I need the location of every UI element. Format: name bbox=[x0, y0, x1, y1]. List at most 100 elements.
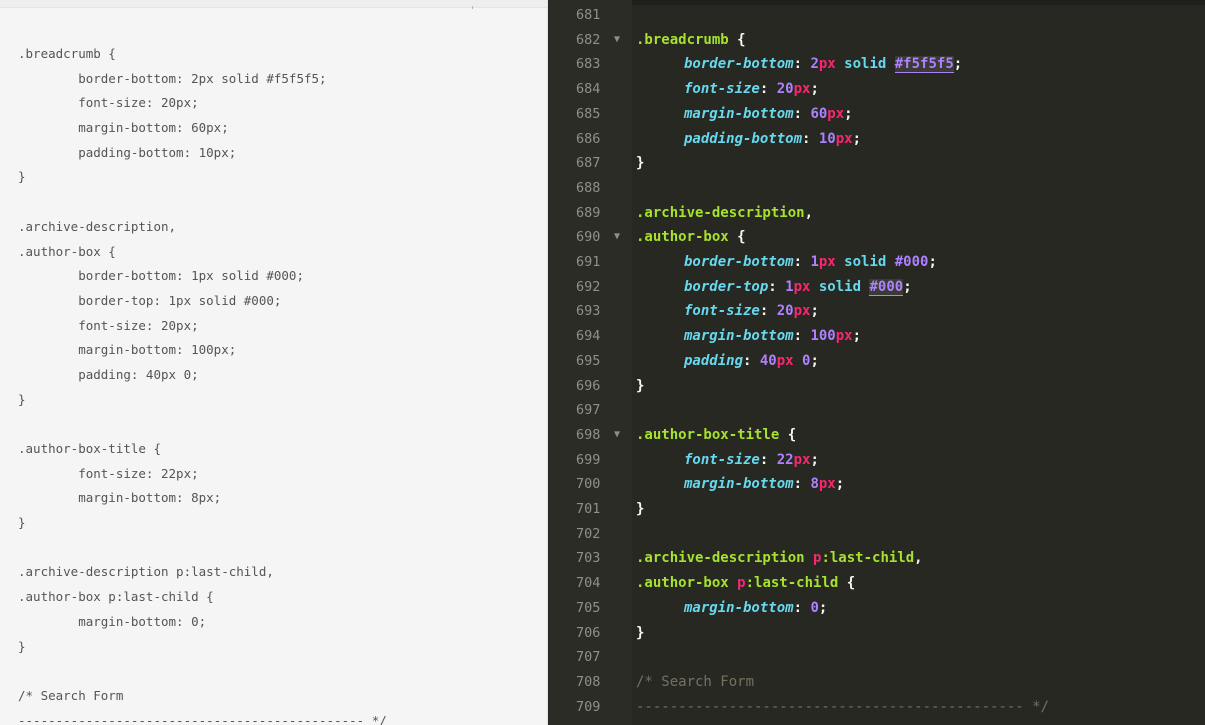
code-token: ----------------------------------------… bbox=[636, 698, 1050, 715]
code-token: #000 bbox=[869, 278, 904, 296]
code-token: px bbox=[793, 303, 811, 320]
line-number: 691 bbox=[576, 254, 601, 270]
plain-code-line bbox=[18, 536, 387, 561]
editor-line[interactable]: 688 bbox=[548, 176, 1205, 201]
code-token: ; bbox=[810, 352, 819, 369]
editor-line[interactable]: 692 border-top: 1px solid #000; bbox=[548, 275, 1205, 300]
editor-line[interactable]: 694 margin-bottom: 100px; bbox=[548, 324, 1205, 349]
plain-code-line: margin-bottom: 60px; bbox=[18, 120, 229, 136]
code-token: { bbox=[838, 575, 856, 592]
editor-line[interactable]: 685 margin-bottom: 60px; bbox=[548, 102, 1205, 127]
editor-line[interactable]: 684 font-size: 20px; bbox=[548, 77, 1205, 102]
editor-line[interactable]: 704 .author-box p:last-child { bbox=[548, 571, 1205, 596]
editor-line[interactable]: 701} bbox=[548, 497, 1205, 522]
editor-line[interactable]: 681 bbox=[548, 3, 1205, 28]
code-token: margin-bottom bbox=[684, 599, 794, 616]
code-token: : bbox=[768, 278, 786, 295]
plain-code-line: margin-bottom: 0; bbox=[18, 613, 207, 629]
line-number: 696 bbox=[576, 377, 601, 394]
plain-code-line: .author-box-title { bbox=[18, 441, 161, 456]
syntax-highlighted-editor[interactable]: 681 682 ▼ .breadcrumb {683 border-bottom: 2p… bbox=[548, 0, 1205, 725]
code-token: { bbox=[779, 426, 797, 443]
editor-line[interactable]: 705 margin-bottom: 0; bbox=[548, 596, 1205, 621]
plain-code-line: .author-box { bbox=[18, 243, 116, 259]
line-number: 687 bbox=[576, 155, 601, 172]
code-token: #f5f5f5 bbox=[894, 56, 954, 74]
editor-line[interactable]: 707 bbox=[548, 645, 1205, 670]
code-token: : bbox=[793, 476, 811, 493]
plain-code-line: .archive-description p:last-child, bbox=[18, 564, 274, 580]
code-token: : bbox=[759, 451, 777, 468]
code-token: margin-bottom bbox=[684, 328, 794, 345]
plain-code-line: .archive-description, bbox=[18, 218, 177, 234]
code-comparison-screenshot: .breadcrumb { border-bottom: 2px solid #… bbox=[0, 0, 1205, 725]
code-text: } bbox=[636, 151, 644, 176]
editor-line[interactable]: 703 .archive-description p:last-child, bbox=[548, 546, 1205, 571]
editor-line[interactable]: 690 ▼ .author-box { bbox=[548, 225, 1205, 250]
code-token: : bbox=[793, 599, 811, 616]
code-token: ; bbox=[835, 476, 845, 493]
code-token: { bbox=[728, 229, 746, 246]
editor-line[interactable]: 682 ▼ .breadcrumb { bbox=[548, 28, 1205, 53]
fold-arrow-icon[interactable]: ▼ bbox=[614, 225, 620, 250]
line-number: 707 bbox=[576, 649, 601, 666]
code-token: px bbox=[776, 352, 794, 369]
fold-arrow-icon[interactable]: ▼ bbox=[614, 423, 620, 448]
code-text: .breadcrumb { bbox=[636, 28, 746, 53]
code-token: 20 bbox=[776, 81, 794, 98]
code-token: 22 bbox=[776, 451, 794, 468]
editor-line[interactable]: 708 /* Search Form bbox=[548, 670, 1205, 695]
line-number: 685 bbox=[576, 105, 601, 122]
code-token: 10 bbox=[818, 130, 836, 147]
editor-line[interactable]: 699 font-size: 22px; bbox=[548, 448, 1205, 473]
code-text: ----------------------------------------… bbox=[636, 695, 1049, 720]
editor-line[interactable]: 687} bbox=[548, 151, 1205, 176]
code-token: } bbox=[636, 624, 645, 641]
code-token: font-size bbox=[684, 303, 760, 320]
code-text: margin-bottom: 8px; bbox=[636, 472, 844, 497]
editor-line[interactable]: 683 border-bottom: 2px solid #f5f5f5; bbox=[548, 52, 1205, 77]
code-token: 1 bbox=[785, 278, 794, 295]
editor-line[interactable]: 696} bbox=[548, 374, 1205, 399]
code-text: .archive-description, bbox=[636, 201, 813, 226]
line-number: 701 bbox=[576, 501, 601, 517]
plain-view-scroll-tick bbox=[472, 6, 473, 9]
plain-code-line: padding: 40px 0; bbox=[18, 366, 199, 382]
code-token: 100 bbox=[810, 328, 836, 345]
editor-line[interactable]: 695 padding: 40px 0; bbox=[548, 349, 1205, 374]
code-token: { bbox=[728, 31, 746, 48]
line-number: 692 bbox=[576, 278, 601, 295]
code-text: border-top: 1px solid #000; bbox=[636, 275, 912, 300]
editor-line[interactable]: 689 .archive-description, bbox=[548, 201, 1205, 226]
plain-code-line: } bbox=[18, 638, 26, 654]
editor-line[interactable]: 698 ▼ .author-box-title { bbox=[548, 423, 1205, 448]
editor-line[interactable]: 706} bbox=[548, 621, 1205, 646]
plain-code-line: margin-bottom: 100px; bbox=[18, 342, 237, 358]
line-number: 684 bbox=[576, 81, 601, 98]
editor-line[interactable]: 693 font-size: 20px; bbox=[548, 299, 1205, 324]
plain-code-line: } bbox=[18, 169, 26, 185]
editor-line[interactable]: 709 -------------------------------------… bbox=[548, 695, 1205, 720]
editor-line[interactable]: 691 border-bottom: 1px solid #000; bbox=[548, 250, 1205, 275]
code-token: .breadcrumb bbox=[636, 31, 729, 48]
code-token: ; bbox=[810, 81, 819, 98]
line-number: 700 bbox=[576, 476, 601, 493]
code-text: .archive-description p:last-child, bbox=[636, 546, 923, 571]
code-token: ; bbox=[903, 278, 912, 295]
plain-code-line: padding-bottom: 10px; bbox=[18, 144, 237, 160]
editor-line[interactable]: 697 bbox=[548, 398, 1205, 423]
editor-line[interactable]: 686 padding-bottom: 10px; bbox=[548, 127, 1205, 152]
plain-code-line: .author-box p:last-child { bbox=[18, 589, 214, 605]
code-token: : bbox=[759, 81, 777, 98]
plain-code-line: /* Search Form bbox=[18, 687, 124, 703]
editor-line[interactable]: 702 bbox=[548, 522, 1205, 547]
editor-line[interactable]: 700 margin-bottom: 8px; bbox=[548, 472, 1205, 497]
code-token: border-bottom bbox=[684, 254, 794, 270]
code-token: .archive-description bbox=[636, 204, 805, 221]
code-text: } bbox=[636, 374, 644, 399]
line-number: 706 bbox=[576, 624, 601, 641]
line-number: 690 bbox=[576, 229, 601, 246]
fold-arrow-icon[interactable]: ▼ bbox=[614, 28, 620, 53]
code-text: font-size: 20px; bbox=[636, 77, 819, 102]
